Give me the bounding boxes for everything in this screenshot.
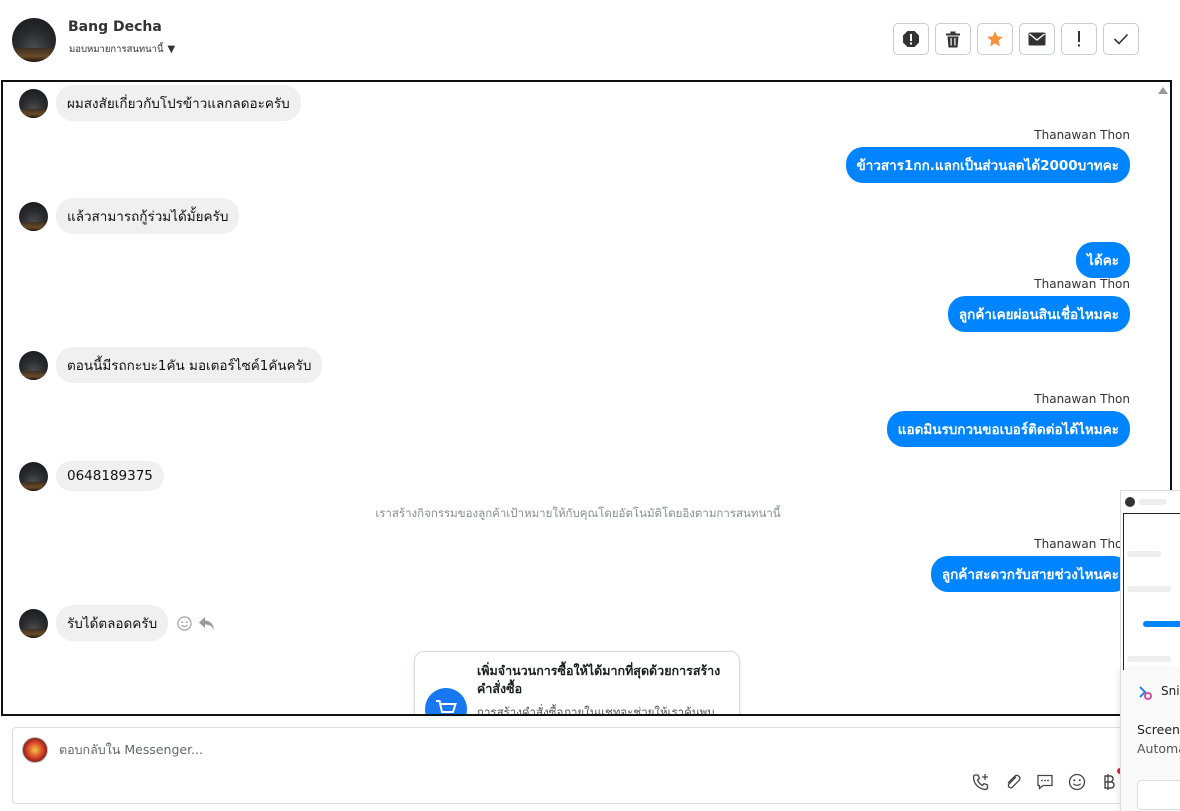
incoming-message: รับได้ตลอดครับ <box>19 605 169 641</box>
composer-tools <box>971 772 1119 792</box>
snip-thumbnail-preview[interactable] <box>1120 490 1180 671</box>
incoming-message: ผมสงสัยเกี่ยวกับโปรข้าวแลกลดอะครับ <box>19 85 301 121</box>
call-add-icon[interactable] <box>971 772 991 792</box>
incoming-message: แล้วสามารถกู้ร่วมได้มั้ยครับ <box>19 198 240 234</box>
mini-thread <box>1123 513 1180 671</box>
sender-name: Thanawan Thon <box>1034 392 1130 406</box>
contact-name[interactable]: Bang Decha <box>68 19 162 35</box>
mark-spam-button[interactable] <box>893 23 929 55</box>
sender-name: Thanawan Thon <box>1034 277 1130 291</box>
incoming-bubble[interactable]: ตอนนี้มีรถกะบะ1คัน มอเตอร์ไซค์1คันครับ <box>56 347 323 383</box>
saved-reply-icon[interactable] <box>1035 772 1055 792</box>
contact-avatar[interactable] <box>12 18 56 62</box>
snip-line-1: Screens <box>1137 722 1180 737</box>
assign-conversation-dropdown[interactable]: มอบหมายการสนทนานี้ ▼ <box>69 42 175 57</box>
sender-avatar <box>19 201 48 231</box>
assign-label: มอบหมายการสนทนานี้ <box>69 44 164 55</box>
incoming-message: ตอนนี้มีรถกะบะ1คัน มอเตอร์ไซค์1คันครับ <box>19 347 323 383</box>
check-icon <box>1113 33 1129 45</box>
exclamation-icon <box>1078 31 1080 47</box>
delete-button[interactable] <box>935 23 971 55</box>
system-note: เราสร้างกิจกรรมของลูกค้าเป้าหมายให้กับคุ… <box>375 506 781 520</box>
sender-avatar <box>19 350 48 380</box>
emoji-react-icon[interactable] <box>177 616 192 631</box>
sender-name: Thanawan Thon <box>1034 128 1130 142</box>
order-card-title: เพิ่มจำนวนการซื้อให้ได้มากที่สุดด้วยการส… <box>477 663 721 696</box>
order-card-description: การสร้างคำสั่งซื้อภายในแชทจะช่วยให้เราค้… <box>477 705 715 716</box>
emoji-icon[interactable] <box>1067 772 1087 792</box>
mini-row <box>1127 586 1171 592</box>
baht-icon[interactable] <box>1099 772 1119 792</box>
incoming-bubble[interactable]: รับได้ตลอดครับ <box>56 605 169 641</box>
chevron-down-icon: ▼ <box>167 44 176 55</box>
sender-avatar <box>19 608 48 638</box>
snip-logo-icon <box>1139 686 1152 700</box>
scroll-up-arrow-icon[interactable] <box>1158 87 1168 94</box>
star-icon <box>987 31 1003 47</box>
mini-row <box>1139 499 1167 505</box>
page-avatar <box>22 737 48 763</box>
reply-icon[interactable] <box>198 616 215 631</box>
outgoing-bubble[interactable]: ลูกค้าสะดวกรับสายช่วงไหนคะ <box>930 556 1130 592</box>
message-hover-actions <box>177 616 215 631</box>
sender-avatar <box>19 461 48 491</box>
mini-row <box>1143 621 1180 627</box>
mark-unread-button[interactable] <box>1019 23 1055 55</box>
paperclip-icon[interactable] <box>1003 772 1023 792</box>
spam-icon <box>903 31 919 47</box>
incoming-bubble[interactable]: แล้วสามารถกู้ร่วมได้มั้ยครับ <box>56 198 240 234</box>
envelope-icon <box>1028 32 1046 46</box>
reply-composer <box>12 727 1144 804</box>
snip-title: Snip <box>1161 684 1180 698</box>
sender-name: Thanawan Thon <box>1034 537 1130 551</box>
conversation-header: Bang Decha มอบหมายการสนทนานี้ ▼ <box>0 0 1175 80</box>
sender-avatar <box>19 88 48 118</box>
mini-row <box>1127 551 1161 557</box>
outgoing-bubble[interactable]: ลูกค้าเคยผ่อนสินเชื่อไหมคะ <box>947 296 1130 332</box>
outgoing-bubble[interactable]: แอดมินรบกวนขอเบอร์ติดต่อได้ไหมคะ <box>886 411 1130 447</box>
outgoing-bubble[interactable]: ได้คะ <box>1076 242 1130 278</box>
mini-avatar <box>1125 497 1135 507</box>
incoming-message: 0648189375 <box>19 461 164 491</box>
star-button[interactable] <box>977 23 1013 55</box>
conversation-actions <box>893 23 1139 55</box>
create-order-card[interactable]: เพิ่มจำนวนการซื้อให้ได้มากที่สุดด้วยการส… <box>414 651 740 716</box>
snip-line-2: Automa <box>1137 741 1180 756</box>
trash-icon <box>946 31 960 47</box>
mark-important-button[interactable] <box>1061 23 1097 55</box>
message-thread[interactable]: ผมสงสัยเกี่ยวกับโปรข้าวแลกลดอะครับ Thana… <box>1 80 1172 716</box>
mark-done-button[interactable] <box>1103 23 1139 55</box>
incoming-bubble[interactable]: 0648189375 <box>56 461 164 491</box>
snip-action-button[interactable] <box>1137 780 1180 810</box>
cart-icon <box>425 688 467 714</box>
outgoing-bubble[interactable]: ข้าวสาร1กก.แลกเป็นส่วนลดได้2000บาทคะ <box>845 147 1130 183</box>
incoming-bubble[interactable]: ผมสงสัยเกี่ยวกับโปรข้าวแลกลดอะครับ <box>56 85 301 121</box>
reply-input[interactable] <box>57 741 961 758</box>
mini-row <box>1127 656 1171 662</box>
snip-notification[interactable]: Snip Screens Automa <box>1120 670 1180 811</box>
